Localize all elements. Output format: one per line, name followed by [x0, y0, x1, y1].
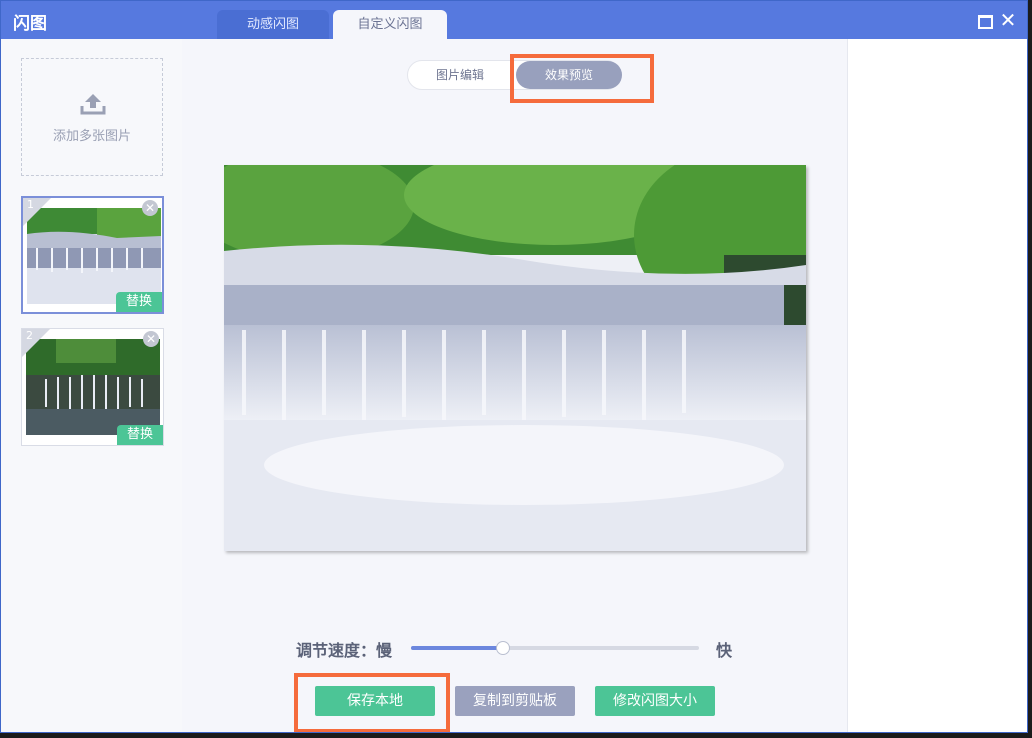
maximize-icon[interactable]: [975, 11, 993, 29]
thumbnail-item[interactable]: 2 ✕ 替换: [21, 328, 164, 446]
sidebar: 添加多张图片 1 ✕ 替换 2 ✕ 替换: [1, 39, 182, 732]
add-images-button[interactable]: 添加多张图片: [21, 58, 163, 176]
thumbnail-item[interactable]: 1 ✕ 替换: [21, 196, 164, 314]
tab-custom-flash[interactable]: 自定义闪图: [333, 10, 447, 39]
speed-label: 调节速度：慢: [296, 641, 393, 660]
close-icon[interactable]: ✕: [999, 10, 1017, 30]
app-title: 闪图: [13, 14, 47, 34]
upload-icon: [80, 94, 106, 115]
replace-button[interactable]: 替换: [117, 425, 163, 445]
speed-slider-fill: [411, 646, 504, 650]
preview-image: [224, 165, 806, 551]
save-local-button[interactable]: 保存本地: [315, 686, 435, 716]
speed-slider-handle[interactable]: [496, 641, 511, 655]
speed-slider[interactable]: [411, 641, 699, 655]
delete-icon[interactable]: ✕: [143, 331, 159, 347]
tab-image-edit[interactable]: 图片编辑: [408, 61, 512, 89]
tab-dynamic-flash[interactable]: 动感闪图: [217, 10, 329, 39]
replace-button[interactable]: 替换: [116, 292, 162, 312]
add-images-label: 添加多张图片: [52, 129, 131, 144]
right-blank-panel: [847, 39, 1027, 732]
tab-effect-preview[interactable]: 效果预览: [516, 61, 622, 89]
main-panel: 图片编辑 效果预览 调节速度：慢 快 保存本地 复制到剪贴板 修改闪图大小: [182, 39, 847, 732]
delete-icon[interactable]: ✕: [142, 200, 158, 216]
titlebar: 闪图 动感闪图 自定义闪图 ✕: [1, 1, 1027, 39]
copy-to-clipboard-button[interactable]: 复制到剪贴板: [455, 686, 575, 716]
resize-flash-button[interactable]: 修改闪图大小: [595, 686, 715, 716]
speed-fast-label: 快: [716, 641, 733, 660]
mode-switch: 图片编辑 效果预览: [407, 60, 622, 90]
thumbnail-number-badge: 2: [22, 329, 50, 357]
app-window: 闪图 动感闪图 自定义闪图 ✕ 添加多张图片 1 ✕ 替换 2 ✕ 替换 图片编…: [0, 0, 1028, 733]
thumbnail-number-badge: 1: [23, 198, 51, 226]
